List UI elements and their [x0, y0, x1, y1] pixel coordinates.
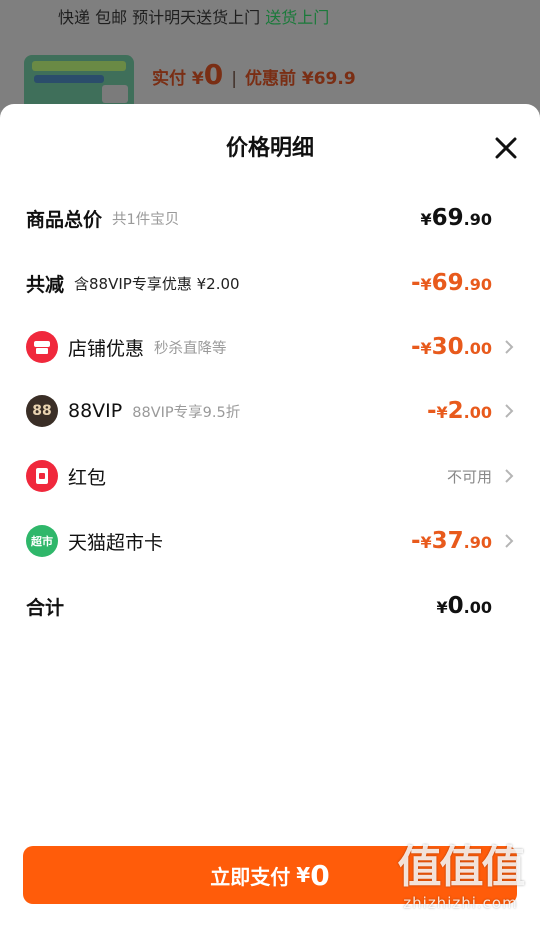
store-discount-sub: 秒杀直降等: [154, 340, 227, 357]
watermark-url: zhizhizhi.com: [403, 894, 518, 912]
tmall-card-amount: -¥37.90: [410, 528, 492, 554]
chevron-right-icon: [505, 469, 514, 483]
row-total-price: 商品总价 共1件宝贝 ¥69.90: [0, 198, 540, 238]
close-icon[interactable]: [492, 134, 520, 162]
pay-button-label: 立即支付: [210, 864, 291, 889]
price-prefix: 实付 ¥: [152, 69, 204, 89]
row-tmall-card[interactable]: 超市 天猫超市卡 -¥37.90: [0, 521, 540, 561]
red-packet-status: 不可用: [446, 467, 492, 486]
total-price-amount: ¥69.90: [420, 205, 493, 231]
vip88-icon: 88: [26, 395, 58, 427]
shipping-highlight: 送货上门: [265, 8, 330, 27]
price-value: 0: [203, 58, 224, 91]
vip-sub: 88VIP专享9.5折: [132, 404, 241, 421]
watermark: 值值值 zhizhizhi.com: [388, 842, 533, 920]
total-price-label: 商品总价: [26, 208, 103, 231]
row-sum: 合计 ¥0.00: [0, 586, 540, 626]
sum-label: 合计: [26, 596, 65, 619]
sheet-title: 价格明细: [225, 136, 314, 161]
shipping-info: 快递 包邮 预计明天送货上门 送货上门: [58, 4, 329, 28]
reduction-sub: 含88VIP专享优惠 ¥2.00: [74, 274, 240, 293]
red-packet-label: 红包: [68, 466, 107, 489]
shipping-text: 快递 包邮 预计明天送货上门: [58, 8, 261, 27]
background-price: 实付 ¥0 | 优惠前 ¥69.9: [152, 58, 356, 91]
row-red-packet[interactable]: 红包 不可用: [0, 456, 540, 496]
watermark-logo: 值值值: [397, 842, 526, 893]
store-icon: [26, 331, 58, 363]
chevron-right-icon: [505, 534, 514, 548]
row-total-reduction: 共减 含88VIP专享优惠 ¥2.00 -¥69.90: [0, 263, 540, 303]
chevron-right-icon: [505, 404, 514, 418]
tmall-card-label: 天猫超市卡: [68, 531, 164, 554]
reduction-label: 共减: [26, 273, 65, 296]
red-packet-icon: [26, 460, 58, 492]
total-price-sub: 共1件宝贝: [112, 211, 180, 228]
background-page: 快递 包邮 预计明天送货上门 送货上门 实付 ¥0 | 优惠前 ¥69.9: [0, 0, 540, 115]
pay-button-amount: 0: [310, 858, 330, 892]
pay-button-currency: ¥: [296, 863, 311, 887]
sum-amount: ¥0.00: [436, 593, 493, 619]
tmall-supermarket-icon: 超市: [26, 525, 58, 557]
store-discount-amount: -¥30.00: [410, 334, 492, 360]
price-detail-sheet: 价格明细 商品总价 共1件宝贝 ¥69.90 共减 含88VIP专享优惠 ¥2.…: [0, 104, 540, 926]
store-discount-label: 店铺优惠: [68, 337, 145, 360]
reduction-amount: -¥69.90: [410, 270, 492, 296]
chevron-right-icon: [505, 340, 514, 354]
vip-label: 88VIP: [68, 400, 123, 422]
row-88vip[interactable]: 88 88VIP 88VIP专享9.5折 -¥2.00: [0, 391, 540, 431]
price-original: 优惠前 ¥69.9: [244, 69, 356, 89]
vip-amount: -¥2.00: [426, 398, 492, 424]
row-store-discount[interactable]: 店铺优惠 秒杀直降等 -¥30.00: [0, 327, 540, 367]
